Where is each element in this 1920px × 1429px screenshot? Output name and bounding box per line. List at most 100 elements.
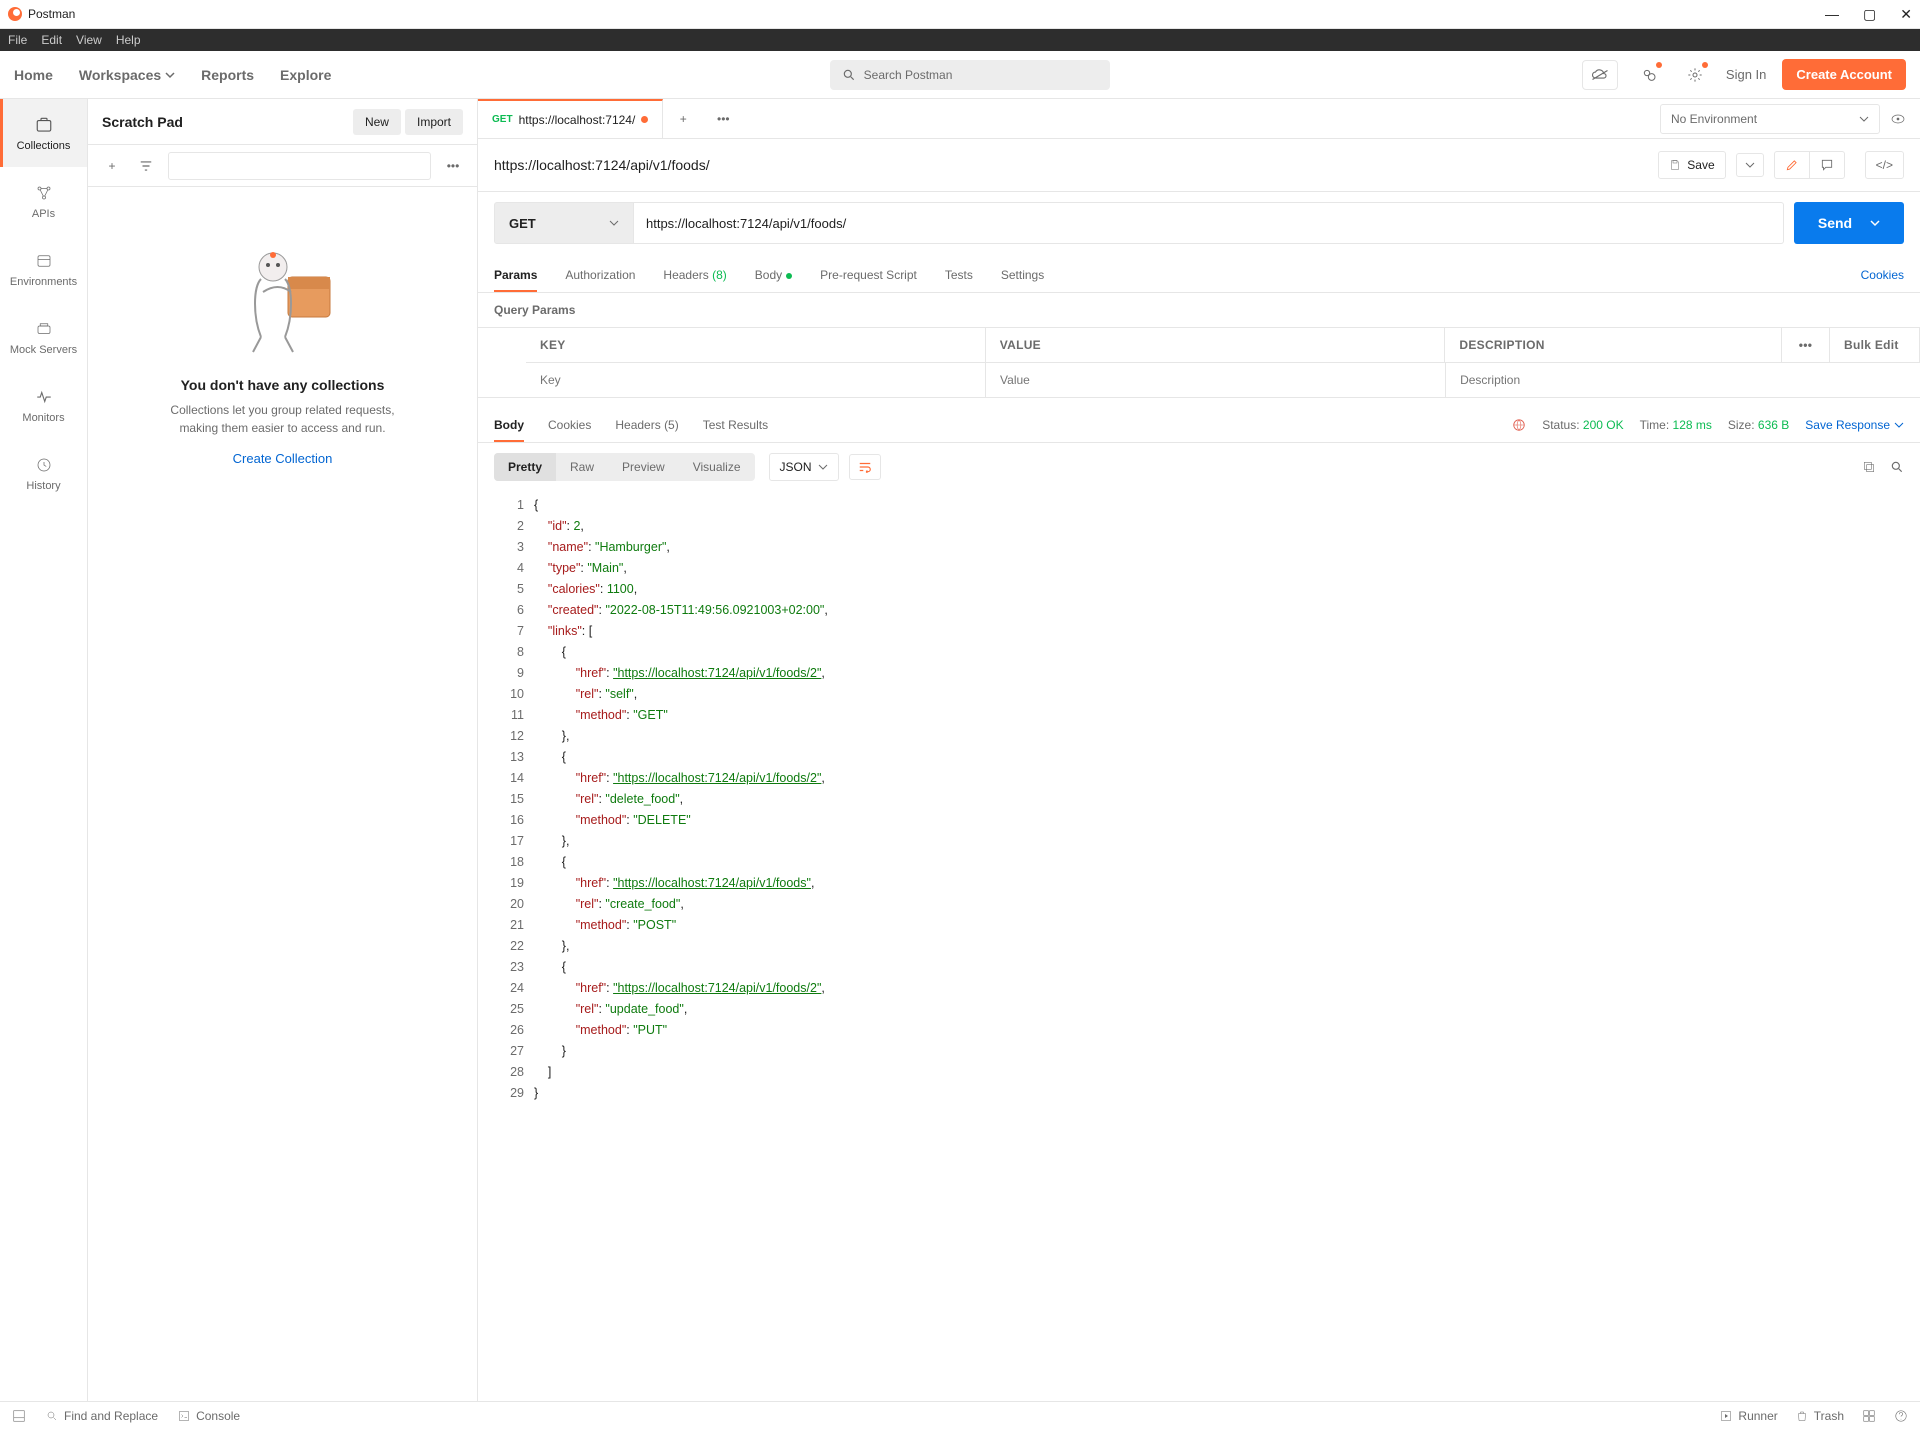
wrap-lines-icon[interactable] bbox=[849, 454, 881, 480]
nav-workspaces[interactable]: Workspaces bbox=[79, 67, 175, 83]
col-key: KEY bbox=[526, 328, 986, 363]
sidebar: Scratch Pad New Import + ••• You bbox=[88, 99, 478, 1401]
view-raw[interactable]: Raw bbox=[556, 453, 608, 481]
filter-icon[interactable] bbox=[134, 154, 158, 178]
view-preview[interactable]: Preview bbox=[608, 453, 679, 481]
sidebar-search[interactable] bbox=[168, 152, 431, 180]
close-icon[interactable]: ✕ bbox=[1900, 6, 1912, 23]
rail-history[interactable]: History bbox=[0, 439, 87, 507]
rail-monitors[interactable]: Monitors bbox=[0, 371, 87, 439]
request-name[interactable]: https://localhost:7124/api/v1/foods/ bbox=[494, 157, 1658, 173]
main: GET https://localhost:7124/ + ••• No Env… bbox=[478, 99, 1920, 1401]
method-select[interactable]: GET bbox=[494, 202, 634, 244]
postman-logo-icon bbox=[8, 7, 22, 21]
tab-headers[interactable]: Headers (8) bbox=[663, 258, 726, 292]
code-toggle-icon[interactable]: </> bbox=[1865, 151, 1904, 179]
send-button[interactable]: Send bbox=[1794, 202, 1904, 244]
save-button[interactable]: Save bbox=[1658, 151, 1725, 179]
view-segments: Pretty Raw Preview Visualize bbox=[494, 453, 755, 481]
add-icon[interactable]: + bbox=[100, 154, 124, 178]
params-table: KEY VALUE DESCRIPTION ••• Bulk Edit bbox=[478, 327, 1920, 398]
edit-icon[interactable] bbox=[1775, 152, 1809, 178]
param-key-input[interactable] bbox=[540, 373, 971, 387]
response-body[interactable]: 1234567891011121314151617181920212223242… bbox=[478, 491, 1920, 1401]
col-options-icon[interactable]: ••• bbox=[1782, 328, 1830, 363]
tab-body[interactable]: Body bbox=[755, 258, 792, 292]
environment-select[interactable]: No Environment bbox=[1660, 104, 1880, 134]
apis-icon bbox=[34, 183, 54, 203]
save-response-link[interactable]: Save Response bbox=[1805, 418, 1904, 432]
notifications-icon[interactable] bbox=[1634, 60, 1664, 90]
create-account-button[interactable]: Create Account bbox=[1782, 59, 1906, 90]
import-button[interactable]: Import bbox=[405, 109, 463, 135]
request-subtabs: Params Authorization Headers (8) Body Pr… bbox=[478, 258, 1920, 293]
add-tab-button[interactable]: + bbox=[663, 99, 703, 138]
create-collection-link[interactable]: Create Collection bbox=[233, 451, 333, 466]
copy-icon[interactable] bbox=[1862, 460, 1876, 474]
tab-tests[interactable]: Tests bbox=[945, 258, 973, 292]
tab-prereq[interactable]: Pre-request Script bbox=[820, 258, 917, 292]
app-title: Postman bbox=[28, 7, 1825, 21]
statusbar: Find and Replace Console Runner Trash bbox=[0, 1401, 1920, 1429]
env-quicklook-icon[interactable] bbox=[1886, 107, 1910, 131]
time-value: 128 ms bbox=[1673, 418, 1712, 432]
layout-icon[interactable] bbox=[1862, 1409, 1876, 1423]
sidebar-title: Scratch Pad bbox=[102, 114, 353, 130]
resp-tab-cookies[interactable]: Cookies bbox=[548, 408, 591, 442]
left-rail: Collections APIs Environments Mock Serve… bbox=[0, 99, 88, 1401]
sidebar-more-icon[interactable]: ••• bbox=[441, 154, 465, 178]
tab-auth[interactable]: Authorization bbox=[565, 258, 635, 292]
cookies-link[interactable]: Cookies bbox=[1861, 258, 1904, 292]
view-visualize[interactable]: Visualize bbox=[679, 453, 755, 481]
tab-settings[interactable]: Settings bbox=[1001, 258, 1044, 292]
resp-tab-headers[interactable]: Headers (5) bbox=[615, 408, 678, 442]
request-tab[interactable]: GET https://localhost:7124/ bbox=[478, 99, 663, 138]
minimize-icon[interactable]: — bbox=[1825, 6, 1839, 23]
find-replace-button[interactable]: Find and Replace bbox=[46, 1409, 158, 1423]
settings-icon[interactable] bbox=[1680, 60, 1710, 90]
rail-collections[interactable]: Collections bbox=[0, 99, 87, 167]
status-value: 200 OK bbox=[1583, 418, 1624, 432]
menu-file[interactable]: File bbox=[8, 33, 27, 47]
maximize-icon[interactable]: ▢ bbox=[1863, 6, 1876, 23]
new-button[interactable]: New bbox=[353, 109, 401, 135]
view-pretty[interactable]: Pretty bbox=[494, 453, 556, 481]
col-desc: DESCRIPTION bbox=[1445, 328, 1782, 363]
topbar: Home Workspaces Reports Explore Search P… bbox=[0, 51, 1920, 99]
resp-tab-body[interactable]: Body bbox=[494, 408, 524, 442]
network-warning-icon[interactable] bbox=[1512, 418, 1526, 432]
language-select[interactable]: JSON bbox=[769, 453, 839, 481]
save-dropdown[interactable] bbox=[1736, 153, 1764, 177]
param-value-input[interactable] bbox=[1000, 373, 1431, 387]
runner-button[interactable]: Runner bbox=[1720, 1409, 1777, 1423]
url-input[interactable]: https://localhost:7124/api/v1/foods/ bbox=[634, 202, 1784, 244]
console-button[interactable]: Console bbox=[178, 1409, 240, 1423]
nav-explore[interactable]: Explore bbox=[280, 67, 331, 83]
search-response-icon[interactable] bbox=[1890, 460, 1904, 474]
tab-params[interactable]: Params bbox=[494, 258, 537, 292]
tab-method: GET bbox=[492, 114, 513, 125]
help-icon[interactable] bbox=[1894, 1409, 1908, 1423]
menu-edit[interactable]: Edit bbox=[41, 33, 62, 47]
menu-help[interactable]: Help bbox=[116, 33, 141, 47]
empty-illustration bbox=[223, 237, 343, 357]
menu-view[interactable]: View bbox=[76, 33, 102, 47]
search-input[interactable]: Search Postman bbox=[830, 60, 1110, 90]
rail-environments[interactable]: Environments bbox=[0, 235, 87, 303]
signin-button[interactable]: Sign In bbox=[1726, 67, 1766, 82]
rail-mock[interactable]: Mock Servers bbox=[0, 303, 87, 371]
param-desc-input[interactable] bbox=[1460, 373, 1768, 387]
resp-tab-tests[interactable]: Test Results bbox=[703, 408, 768, 442]
bulk-edit-link[interactable]: Bulk Edit bbox=[1830, 328, 1920, 363]
tab-more-icon[interactable]: ••• bbox=[703, 99, 743, 138]
nav-reports[interactable]: Reports bbox=[201, 67, 254, 83]
sync-off-icon[interactable] bbox=[1582, 60, 1618, 90]
nav-home[interactable]: Home bbox=[14, 67, 53, 83]
panel-toggle-icon[interactable] bbox=[12, 1409, 26, 1423]
trash-button[interactable]: Trash bbox=[1796, 1409, 1844, 1423]
comment-icon[interactable] bbox=[1809, 152, 1844, 178]
query-params-title: Query Params bbox=[478, 293, 1920, 327]
search-placeholder: Search Postman bbox=[864, 68, 953, 82]
request-header: https://localhost:7124/api/v1/foods/ Sav… bbox=[478, 139, 1920, 192]
rail-apis[interactable]: APIs bbox=[0, 167, 87, 235]
